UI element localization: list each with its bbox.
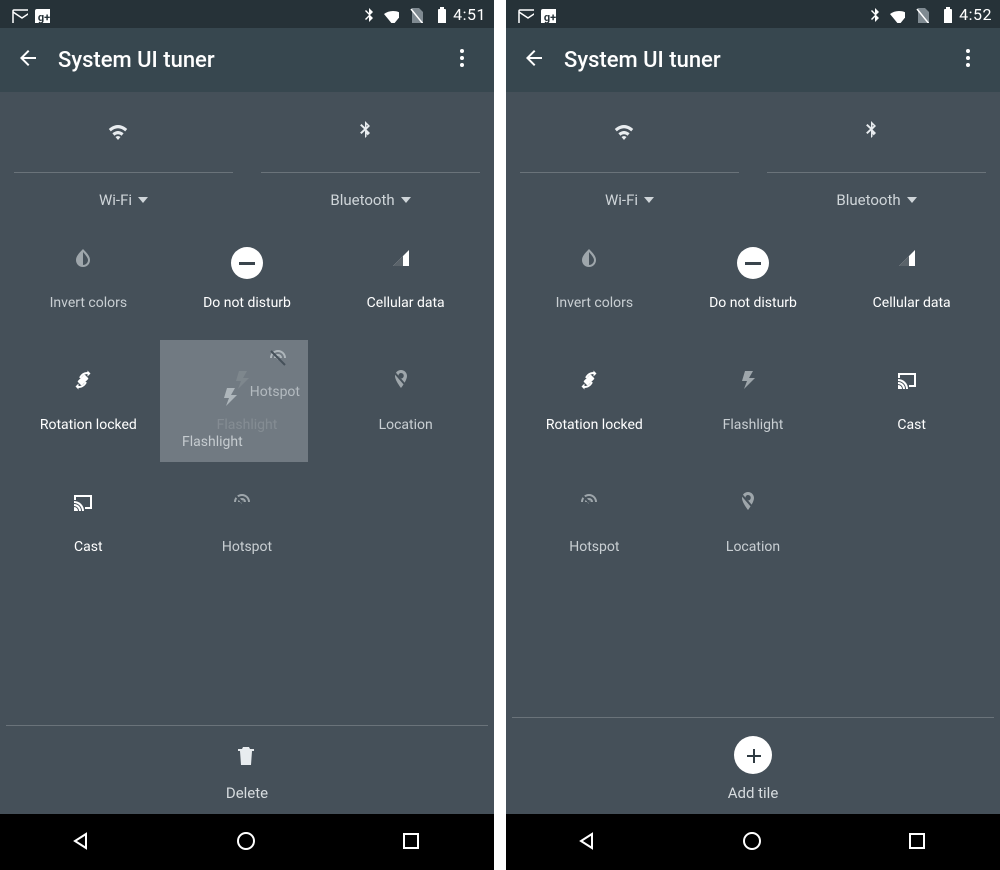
bluetooth-icon [353,110,389,164]
page-title: System UI tuner [564,48,950,73]
rotation-lock-tile[interactable]: Rotation locked [14,365,163,461]
wifi-status-icon [381,5,399,23]
bluetooth-label: Bluetooth [330,191,394,209]
gplus-icon [32,5,50,23]
rotation-lock-icon [68,365,108,405]
add-tile-button[interactable]: Add tile [506,718,1000,814]
flashlight-tile[interactable]: Flashlight [679,365,828,461]
navigation-bar [506,814,1000,870]
wifi-icon [106,110,142,164]
location-icon [386,365,426,405]
clock: 4:51 [453,5,486,24]
cellular-data-tile[interactable]: Cellular data [837,243,986,339]
mail-icon [10,5,28,23]
delete-drop-zone[interactable]: Delete [0,726,494,814]
sim-status-icon [911,5,929,23]
back-button[interactable] [10,40,50,80]
wifi-icon [612,110,648,164]
bluetooth-status-icon [863,5,881,23]
invert-colors-icon [68,243,108,283]
wifi-status-icon [887,5,905,23]
content-area: Wi-Fi Bluetooth Invert colors Do not dis… [506,92,1000,709]
chevron-down-icon [138,197,148,203]
status-bar: 4:52 [506,0,1000,28]
cellular-signal-icon [386,243,426,283]
trash-icon [234,744,260,774]
overflow-menu-button[interactable] [444,40,484,80]
cast-icon [892,365,932,405]
battery-status-icon [429,5,447,23]
nav-recent-button[interactable] [883,822,953,862]
wifi-tile[interactable]: Wi-Fi [520,110,739,209]
invert-colors-icon [574,243,614,283]
rotation-lock-icon [574,365,614,405]
nav-home-button[interactable] [718,822,788,862]
nav-home-button[interactable] [212,822,282,862]
nav-back-button[interactable] [47,822,117,862]
rotation-lock-tile[interactable]: Rotation locked [520,365,669,461]
flashlight-icon [733,365,773,405]
chevron-down-icon [401,197,411,203]
wifi-label: Wi-Fi [99,191,132,209]
bluetooth-icon [859,110,895,164]
bluetooth-tile[interactable]: Bluetooth [261,110,480,209]
do-not-disturb-icon [227,243,267,283]
bluetooth-label: Bluetooth [836,191,900,209]
chevron-down-icon [907,197,917,203]
flashlight-icon [218,385,250,417]
location-tile[interactable]: Location [331,365,480,461]
cellular-signal-icon [892,243,932,283]
chevron-down-icon [644,197,654,203]
location-tile[interactable]: Location [679,487,828,583]
status-bar: 4:51 [0,0,494,28]
cellular-data-tile[interactable]: Cellular data [331,243,480,339]
cast-icon [68,487,108,527]
navigation-bar [0,814,494,870]
screen-left: 4:51 System UI tuner Wi-Fi Bluetooth [0,0,494,870]
invert-colors-tile[interactable]: Invert colors [520,243,669,339]
sim-status-icon [405,5,423,23]
nav-back-button[interactable] [553,822,623,862]
content-area: Wi-Fi Bluetooth Invert colors Do not dis… [0,92,494,717]
hotspot-tile[interactable]: Hotspot [520,487,669,583]
location-icon [733,487,773,527]
battery-status-icon [935,5,953,23]
clock: 4:52 [959,5,992,24]
back-button[interactable] [516,40,556,80]
hotspot-icon [227,487,267,527]
do-not-disturb-icon [733,243,773,283]
cast-tile[interactable]: Cast [837,365,986,461]
hotspot-tile[interactable]: Hotspot [173,487,322,583]
wifi-tile[interactable]: Wi-Fi [14,110,233,209]
bluetooth-tile[interactable]: Bluetooth [767,110,986,209]
screen-right: 4:52 System UI tuner Wi-Fi Bluetooth [506,0,1000,870]
hotspot-icon [574,487,614,527]
nav-recent-button[interactable] [377,822,447,862]
gplus-icon [538,5,556,23]
bluetooth-status-icon [357,5,375,23]
cast-tile[interactable]: Cast [14,487,163,583]
drag-ghost[interactable]: Flashlight Hotspot [160,340,308,462]
app-bar: System UI tuner [0,28,494,92]
wifi-label: Wi-Fi [605,191,638,209]
page-title: System UI tuner [58,48,444,73]
do-not-disturb-tile[interactable]: Do not disturb [173,243,322,339]
app-bar: System UI tuner [506,28,1000,92]
overflow-menu-button[interactable] [950,40,990,80]
do-not-disturb-tile[interactable]: Do not disturb [679,243,828,339]
plus-icon [734,736,772,774]
invert-colors-tile[interactable]: Invert colors [14,243,163,339]
mail-icon [516,5,534,23]
hotspot-icon [266,346,298,378]
